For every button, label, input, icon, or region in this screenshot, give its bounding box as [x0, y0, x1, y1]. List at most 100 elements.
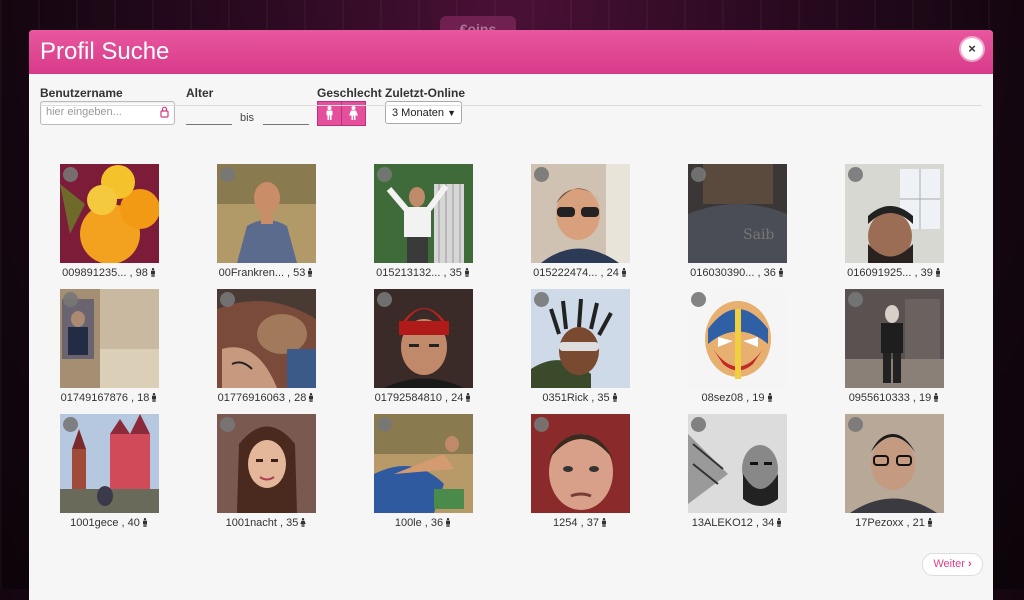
profile-photo[interactable] [687, 414, 787, 513]
online-status-dot [219, 417, 235, 432]
profile-card[interactable]: 0351Rick , 35 [520, 289, 640, 404]
online-status-dot [533, 417, 549, 432]
caption-separator: , [577, 517, 587, 529]
female-icon [349, 106, 358, 120]
profile-age: 21 [912, 517, 925, 529]
female-icon [300, 518, 307, 527]
profile-photo[interactable] [530, 164, 630, 263]
caption-separator: , [754, 267, 764, 279]
profile-photo[interactable] [59, 289, 159, 388]
online-status-dot [62, 167, 78, 182]
profile-photo[interactable] [216, 414, 316, 513]
profile-card[interactable]: 08sez08 , 19 [677, 289, 797, 404]
caption-separator: , [284, 392, 295, 404]
profile-card[interactable]: 1254 , 37 [520, 414, 640, 529]
profile-username: 009891235... [62, 267, 127, 279]
profile-card[interactable]: 01776916063 , 28 [206, 289, 326, 404]
profile-caption: 015213132... , 35 [363, 267, 483, 279]
caption-separator: , [284, 267, 294, 279]
male-icon [150, 268, 155, 277]
profile-caption: 009891235... , 98 [49, 267, 169, 279]
online-status-dot [376, 292, 392, 307]
svg-text:Saib: Saib [743, 227, 774, 243]
profile-card[interactable]: 016091925... , 39 [834, 164, 954, 279]
profile-photo[interactable] [373, 289, 473, 388]
close-button[interactable]: × [961, 38, 983, 60]
profile-photo[interactable] [373, 414, 473, 513]
profile-username: 01776916063 [217, 392, 285, 404]
profile-photo[interactable] [844, 414, 944, 513]
online-status-dot [376, 167, 392, 182]
male-icon [767, 393, 772, 402]
profile-photo[interactable] [844, 289, 944, 388]
male-icon [142, 518, 147, 527]
profile-photo[interactable] [216, 164, 316, 263]
caption-separator: , [597, 267, 607, 279]
profile-card[interactable]: 1001nacht , 35 [206, 414, 326, 529]
male-icon [777, 518, 782, 527]
profile-age: 36 [430, 517, 444, 529]
male-icon [935, 268, 940, 277]
profile-card[interactable]: 0955610333 , 19 [834, 289, 954, 404]
age-to-label: bis [240, 112, 255, 124]
profile-caption: 015222474... , 24 [520, 267, 640, 279]
profile-card[interactable]: 009891235... , 98 [49, 164, 169, 279]
online-status-dot [847, 167, 863, 182]
profile-photo[interactable]: Saib [687, 164, 787, 263]
male-icon [778, 268, 783, 277]
profile-photo[interactable] [844, 164, 944, 263]
caption-separator: , [441, 392, 452, 404]
next-page-button[interactable]: Weiter › [922, 553, 983, 576]
last-online-label: Zuletzt-Online [385, 86, 465, 100]
male-icon [446, 518, 451, 527]
profile-caption: 01792584810 , 24 [363, 392, 483, 404]
profile-card[interactable]: 100le , 36 [363, 414, 483, 529]
male-icon [326, 106, 333, 120]
profile-card[interactable]: 015213132... , 35 [363, 164, 483, 279]
online-status-dot [376, 417, 392, 432]
profile-username: 015213132... [376, 267, 441, 279]
profile-caption: 016030390... , 36 [677, 267, 797, 279]
profile-caption: 08sez08 , 19 [677, 392, 797, 404]
profile-username: 016091925... [847, 267, 912, 279]
caption-separator: , [911, 267, 921, 279]
profile-card[interactable]: 00Frankren... , 53 [206, 164, 326, 279]
profile-photo[interactable] [530, 414, 630, 513]
profile-age: 34 [762, 517, 775, 529]
age-from-input[interactable] [186, 106, 232, 125]
profile-age: 19 [752, 392, 765, 404]
male-icon [466, 393, 471, 402]
profile-username: 1254 [553, 517, 578, 529]
profile-username: 13ALEKO12 [691, 517, 753, 529]
profile-photo[interactable] [687, 289, 787, 388]
profile-card[interactable]: Saib 016030390... , 36 [677, 164, 797, 279]
caption-separator: , [118, 517, 128, 529]
profile-card[interactable]: 1001gece , 40 [49, 414, 169, 529]
online-status-dot [690, 292, 706, 307]
caption-separator: , [743, 392, 753, 404]
profile-username: 01792584810 [374, 392, 442, 404]
profile-photo[interactable] [59, 414, 159, 513]
profile-card[interactable]: 01749167876 , 18 [49, 289, 169, 404]
age-to-input[interactable] [263, 106, 309, 125]
profile-caption: 17Pezoxx , 21 [834, 517, 954, 529]
profile-photo[interactable] [216, 289, 316, 388]
caption-separator: , [126, 267, 136, 279]
profile-card[interactable]: 015222474... , 24 [520, 164, 640, 279]
male-icon [152, 393, 157, 402]
online-status-dot [62, 417, 78, 432]
profile-photo[interactable] [373, 164, 473, 263]
profile-card[interactable]: 13ALEKO12 , 34 [677, 414, 797, 529]
profile-photo[interactable] [59, 164, 159, 263]
profile-age: 24 [451, 392, 464, 404]
profile-caption: 1001nacht , 35 [206, 517, 326, 529]
profile-caption: 13ALEKO12 , 34 [677, 517, 797, 529]
profile-username: 1001nacht [225, 517, 277, 529]
profile-age: 35 [597, 392, 610, 404]
profile-card[interactable]: 17Pezoxx , 21 [834, 414, 954, 529]
online-status-dot [690, 167, 706, 182]
profile-card[interactable]: 01792584810 , 24 [363, 289, 483, 404]
profile-photo[interactable] [530, 289, 630, 388]
profile-caption: 00Frankren... , 53 [206, 267, 326, 279]
online-status-dot [533, 292, 549, 307]
